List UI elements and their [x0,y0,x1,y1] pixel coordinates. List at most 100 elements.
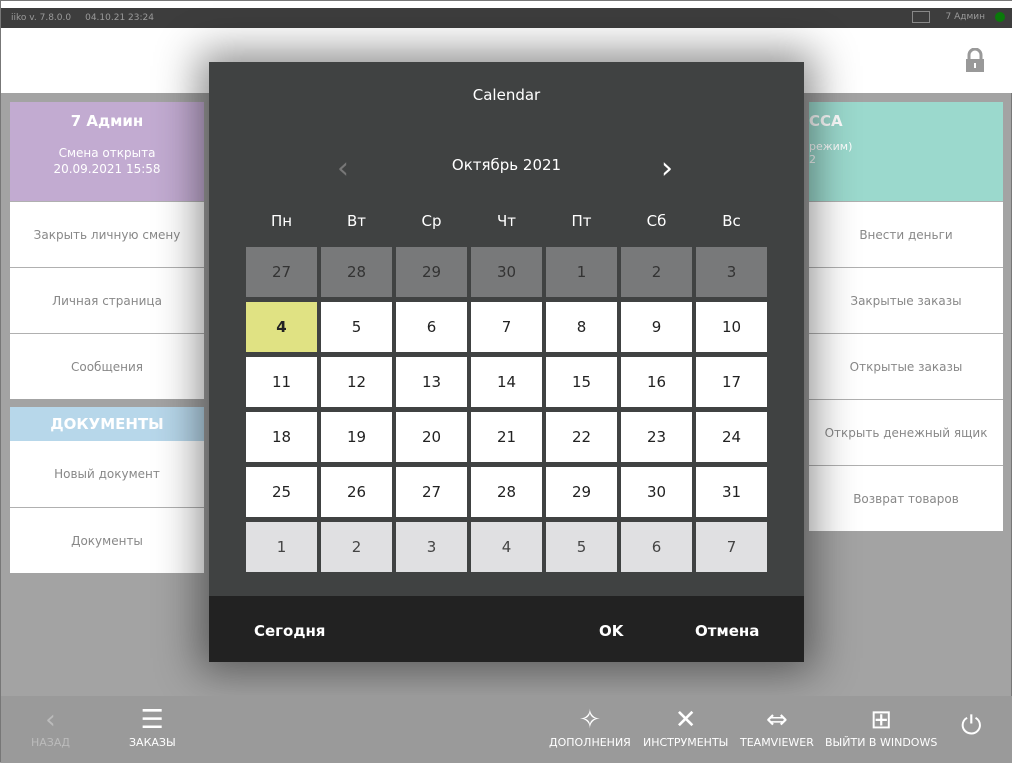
calendar-day[interactable]: 20 [396,412,467,462]
calendar-day[interactable]: 27 [246,247,317,297]
day-of-week: Вс [722,212,741,230]
calendar-day[interactable]: 24 [696,412,767,462]
top-strip [1,1,1012,8]
tools-button[interactable]: ✕ ИНСТРУМЕНТЫ [643,704,728,749]
returns-button[interactable]: Возврат товаров [809,465,1003,531]
day-of-week: Ср [421,212,442,230]
cash-line: 2 [809,153,816,166]
back-button[interactable]: ‹ НАЗАД [31,704,70,749]
calendar-day[interactable]: 2 [321,522,392,572]
close-shift-button[interactable]: Закрыть личную смену [10,201,204,267]
documents-title: ДОКУМЕНТЫ [10,407,204,441]
windows-icon: ⊞ [870,705,893,735]
calendar-day[interactable]: 7 [696,522,767,572]
open-orders-button[interactable]: Открытые заказы [809,333,1003,399]
tools-label: ИНСТРУМЕНТЫ [643,736,729,749]
calendar-day[interactable]: 26 [321,467,392,517]
teamviewer-icon: ⇔ [766,705,788,735]
calendar-day[interactable]: 18 [246,412,317,462]
shift-status: Смена открыта [58,146,156,160]
calendar-day[interactable]: 1 [546,247,617,297]
calendar-day[interactable]: 12 [321,357,392,407]
calendar-day[interactable]: 5 [321,302,392,352]
calendar-day[interactable]: 29 [396,247,467,297]
calendar-day[interactable]: 10 [696,302,767,352]
calendar-day[interactable]: 31 [696,467,767,517]
user-name: 7 Админ [70,112,144,130]
calendar-day[interactable]: 28 [471,467,542,517]
messages-button[interactable]: Сообщения [10,333,204,399]
shift-date: 20.09.2021 15:58 [53,162,161,176]
app-version: iiko v. 7.8.0.0 [11,13,72,23]
bottom-toolbar: ‹ НАЗАД ☰ ЗАКАЗЫ ✧ ДОПОЛНЕНИЯ ✕ ИНСТРУМЕНТЫ … [1,696,1012,763]
calendar-day[interactable]: 15 [546,357,617,407]
teamviewer-button[interactable]: ⇔ TEAMVIEWER [740,704,814,749]
calendar-day[interactable]: 7 [471,302,542,352]
calendar-day[interactable]: 19 [321,412,392,462]
calendar-day[interactable]: 30 [621,467,692,517]
day-of-week: Сб [646,212,667,230]
calendar-day[interactable]: 3 [696,247,767,297]
exit-windows-button[interactable]: ⊞ ВЫЙТИ В WINDOWS [825,704,937,749]
dialog-title: Calendar [472,86,541,104]
calendar-day[interactable]: 3 [396,522,467,572]
open-cash-drawer-button[interactable]: Открыть денежный ящик [809,399,1003,465]
chevron-left-icon: ‹ [45,705,56,735]
calendar-day[interactable]: 28 [321,247,392,297]
closed-orders-button[interactable]: Закрытые заказы [809,267,1003,333]
personal-page-button[interactable]: Личная страница [10,267,204,333]
addons-button[interactable]: ✧ ДОПОЛНЕНИЯ [549,704,631,749]
calendar-day[interactable]: 22 [546,412,617,462]
calendar-day[interactable]: 4 [246,302,317,352]
current-user: 7 Админ [945,12,986,22]
calendar-day[interactable]: 29 [546,467,617,517]
today-button[interactable]: Сегодня [254,622,325,640]
calendar-day[interactable]: 2 [621,247,692,297]
mail-icon[interactable] [911,11,930,23]
cash-panel: ССА режим) 2 Внести деньги Закрытые зака… [809,102,1003,531]
documents-panel: ДОКУМЕНТЫ Новый документ Документы [10,407,204,573]
back-label: НАЗАД [31,736,70,749]
orders-label: ЗАКАЗЫ [129,736,176,749]
calendar-day[interactable]: 30 [471,247,542,297]
user-header: 7 Админ Смена открыта 20.09.2021 15:58 [10,102,204,201]
day-of-week: Пн [270,212,293,230]
calendar-day[interactable]: 25 [246,467,317,517]
orders-button[interactable]: ☰ ЗАКАЗЫ [129,704,176,749]
calendar-day[interactable]: 16 [621,357,692,407]
calendar-day[interactable]: 21 [471,412,542,462]
calendar-day[interactable]: 13 [396,357,467,407]
calendar-day[interactable]: 17 [696,357,767,407]
user-panel: 7 Админ Смена открыта 20.09.2021 15:58 З… [10,102,204,399]
calendar-dialog: Calendar ‹ Октябрь 2021 › Пн Вт Ср Чт Пт Сб Вс… [209,62,804,662]
calendar-day[interactable]: 6 [621,522,692,572]
status-indicator [995,12,1005,22]
dialog-footer: Сегодня OK Отмена [209,596,804,662]
calendar-day[interactable]: 5 [546,522,617,572]
ok-button[interactable]: OK [599,622,623,640]
calendar-day[interactable]: 14 [471,357,542,407]
next-month-button[interactable]: › [661,154,673,184]
deposit-money-button[interactable]: Внести деньги [809,201,1003,267]
calendar-day[interactable]: 11 [246,357,317,407]
title-bar: iiko v. 7.8.0.0 04.10.21 23:24 7 Админ [1,8,1012,28]
calendar-day[interactable]: 9 [621,302,692,352]
power-button[interactable]: ⏻ [961,710,982,742]
cancel-button[interactable]: Отмена [695,622,759,640]
calendar-day[interactable]: 6 [396,302,467,352]
calendar-day[interactable]: 23 [621,412,692,462]
datetime: 04.10.21 23:24 [85,13,154,23]
cash-mode: режим) [809,140,853,153]
lock-icon[interactable] [965,48,985,72]
teamviewer-label: TEAMVIEWER [740,736,814,749]
calendar-day[interactable]: 27 [396,467,467,517]
calendar-day[interactable]: 8 [546,302,617,352]
documents-button[interactable]: Документы [10,507,204,573]
new-document-button[interactable]: Новый документ [10,441,204,507]
calendar-day[interactable]: 1 [246,522,317,572]
cash-header: ССА режим) 2 [809,102,1003,201]
exit-windows-label: ВЫЙТИ В WINDOWS [825,736,938,749]
calendar-day[interactable]: 4 [471,522,542,572]
cash-title: ССА [809,112,843,130]
tools-icon: ✕ [674,705,697,735]
